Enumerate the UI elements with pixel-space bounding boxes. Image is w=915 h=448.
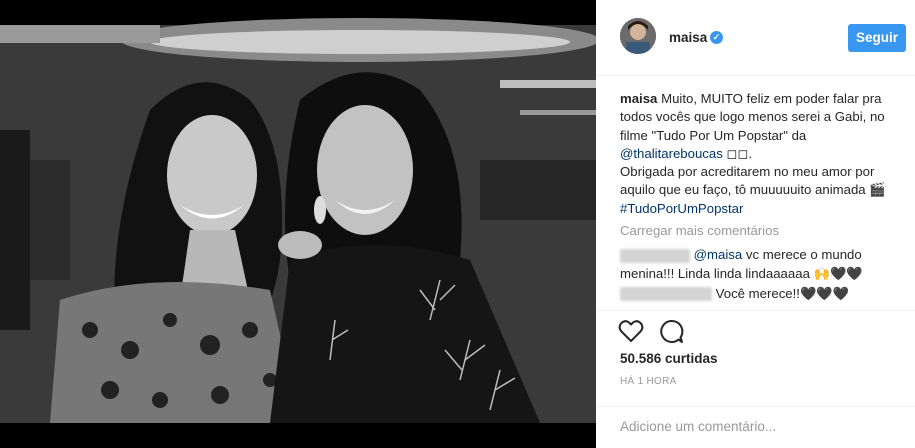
add-comment-bar (596, 406, 915, 442)
caption: maisa Muito, MUITO feliz em poder falar … (620, 90, 900, 218)
verified-badge-icon: ✓ (710, 31, 723, 44)
post-sidebar: maisa ✓ Seguir maisa Muito, MUITO feliz … (596, 0, 915, 448)
comment-item: Você merece!!🖤🖤🖤 (620, 285, 900, 303)
post-actions: 50.586 curtidas HÁ 1 HORA (596, 310, 915, 441)
comment-mention[interactable]: @maisa (694, 247, 743, 262)
post-header: maisa ✓ Seguir (596, 0, 915, 76)
caption-text-3: Obrigada por acreditarem no meu amor por… (620, 164, 886, 198)
avatar[interactable] (620, 18, 656, 54)
comment-author-blurred[interactable] (620, 287, 712, 302)
caption-text-2: ◻◻. (722, 145, 753, 161)
heart-icon[interactable] (618, 319, 644, 343)
author-username[interactable]: maisa (669, 30, 707, 45)
comment-input[interactable] (618, 415, 892, 437)
caption-author[interactable]: maisa (620, 91, 657, 106)
likes-count[interactable]: 50.586 curtidas (620, 351, 718, 366)
load-more-comments[interactable]: Carregar mais comentários (620, 222, 900, 240)
comment-text: Você merece!!🖤🖤🖤 (715, 285, 850, 301)
post-timestamp[interactable]: HÁ 1 HORA (620, 376, 677, 387)
comments-section: maisa Muito, MUITO feliz em poder falar … (620, 90, 900, 305)
comment-icon[interactable] (658, 319, 684, 345)
comment-author-blurred[interactable] (620, 248, 690, 263)
caption-text-1: Muito, MUITO feliz em poder falar pra to… (620, 91, 885, 143)
avatar-image (620, 18, 656, 54)
follow-button[interactable]: Seguir (848, 24, 906, 52)
comment-item: @maisa vc merece o mundo menina!!! Linda… (620, 246, 900, 283)
caption-hashtag[interactable]: #TudoPorUmPopstar (620, 201, 743, 216)
post-photo (0, 0, 596, 448)
photo-image (0, 0, 596, 448)
caption-mention[interactable]: @thalitareboucas (620, 146, 723, 161)
